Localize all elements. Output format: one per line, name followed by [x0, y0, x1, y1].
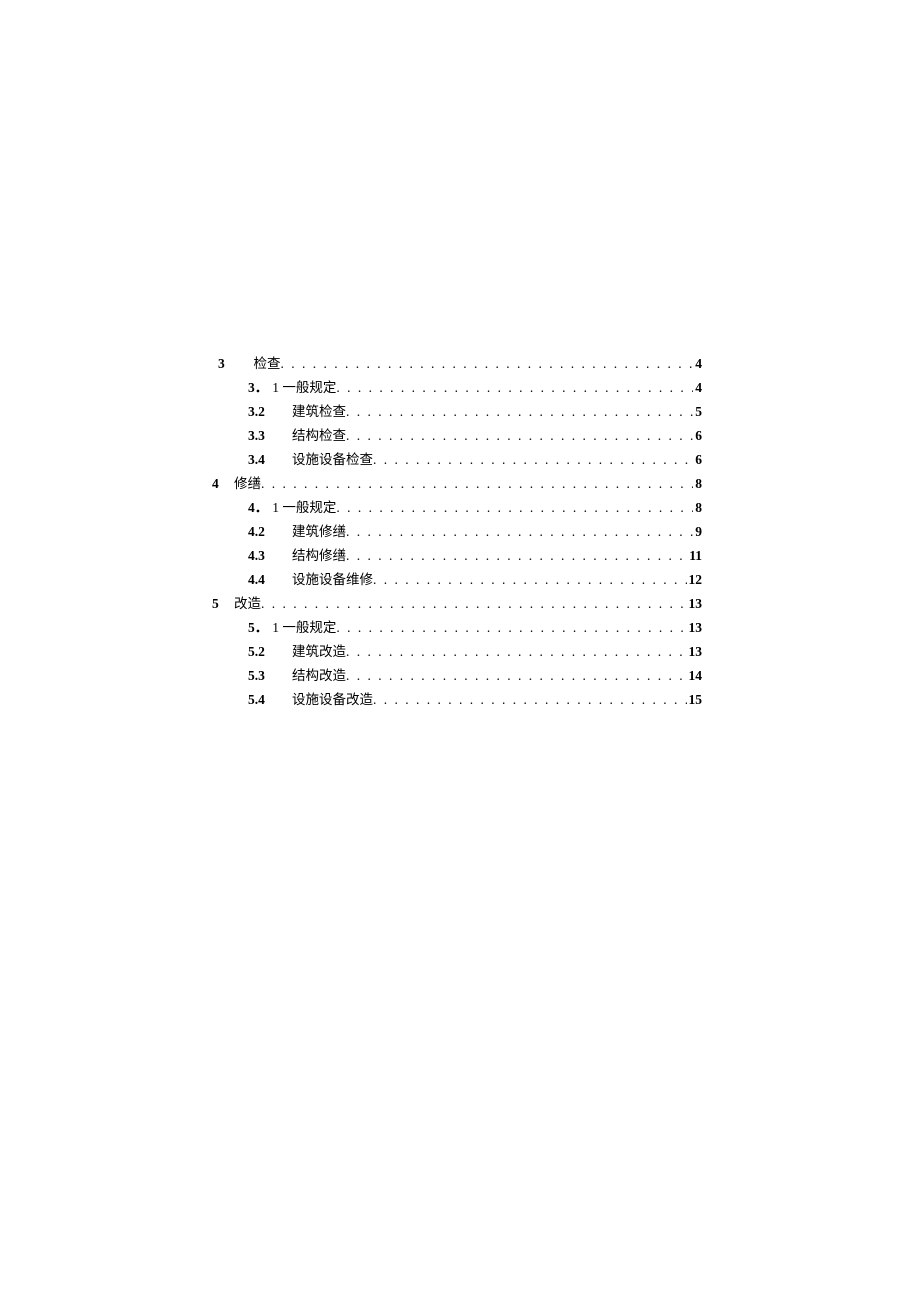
toc-entry: 4.3 结构修缮 11	[218, 544, 702, 568]
toc-page-num: 13	[687, 640, 703, 664]
toc-page-num: 13	[687, 592, 703, 616]
toc-title: 设施设备改造	[292, 688, 373, 712]
toc-page-num: 15	[687, 688, 703, 712]
toc-title: 结构检查	[292, 424, 346, 448]
toc-page-num: 12	[687, 568, 703, 592]
toc-title: 改造	[234, 592, 261, 616]
toc-num: 5.2	[248, 640, 278, 664]
toc-title: 结构改造	[292, 664, 346, 688]
toc-page-num: 8	[693, 496, 702, 520]
toc-title: 1 一般规定	[272, 376, 336, 400]
toc-num: 5.4	[248, 688, 278, 712]
toc-num: 3	[218, 352, 238, 376]
toc-entry: 5.4 设施设备改造 15	[218, 688, 702, 712]
toc-num: 4.3	[248, 544, 278, 568]
toc-title: 建筑改造	[292, 640, 346, 664]
toc-dots	[373, 568, 687, 592]
toc-dots	[346, 424, 693, 448]
toc-entry: 4.4 设施设备维修 12	[218, 568, 702, 592]
toc-page-num: 6	[693, 448, 702, 472]
toc-page-num: 4	[693, 352, 702, 376]
toc-page-num: 8	[693, 472, 702, 496]
toc-page-num: 13	[687, 616, 703, 640]
toc-dots	[336, 376, 693, 400]
toc-entry: 3 检查 4	[218, 352, 702, 376]
toc-dots	[261, 472, 693, 496]
toc-entry: 5.3 结构改造 14	[218, 664, 702, 688]
toc-entry: 4.2 建筑修缮 9	[218, 520, 702, 544]
toc-title: 1 一般规定	[272, 496, 336, 520]
toc-num: 3.2	[248, 400, 278, 424]
toc-num: 4．	[248, 496, 268, 520]
toc-num: 3．	[248, 376, 268, 400]
toc-title: 设施设备维修	[292, 568, 373, 592]
toc-dots	[336, 496, 693, 520]
toc-dots	[346, 400, 693, 424]
toc-num: 3.3	[248, 424, 278, 448]
toc-num: 4.4	[248, 568, 278, 592]
toc-entry: 3.2 建筑检查 5	[218, 400, 702, 424]
toc-title: 建筑检查	[292, 400, 346, 424]
toc-dots	[261, 592, 687, 616]
toc-entry: 3．1 一般规定 4	[218, 376, 702, 400]
toc-entry: 3.4 设施设备检查 6	[218, 448, 702, 472]
toc-page: 3 检查 43．1 一般规定 43.2建筑检查 53.3结构检查 63.4设施设…	[0, 0, 920, 712]
toc-title: 结构修缮	[292, 544, 346, 568]
toc-num: 4.2	[248, 520, 278, 544]
toc-page-num: 4	[693, 376, 702, 400]
toc-dots	[346, 640, 687, 664]
toc-page-num: 6	[693, 424, 702, 448]
toc-num: 4	[212, 472, 232, 496]
toc-list: 3 检查 43．1 一般规定 43.2建筑检查 53.3结构检查 63.4设施设…	[218, 352, 702, 712]
toc-entry: 5 改造 13	[212, 592, 702, 616]
toc-num: 5.3	[248, 664, 278, 688]
toc-num: 5	[212, 592, 232, 616]
toc-page-num: 9	[693, 520, 702, 544]
toc-page-num: 11	[687, 544, 702, 568]
toc-num: 5．	[248, 616, 268, 640]
toc-title: 设施设备检查	[292, 448, 373, 472]
toc-page-num: 5	[693, 400, 702, 424]
toc-entry: 4 修缮 8	[212, 472, 702, 496]
toc-dots	[373, 688, 687, 712]
toc-entry: 5．1 一般规定 13	[218, 616, 702, 640]
toc-title: 1 一般规定	[272, 616, 336, 640]
toc-entry: 5.2 建筑改造 13	[218, 640, 702, 664]
toc-page-num: 14	[687, 664, 703, 688]
toc-title: 修缮	[234, 472, 261, 496]
toc-entry: 4．1 一般规定 8	[218, 496, 702, 520]
toc-title: 检查	[240, 352, 281, 376]
toc-dots	[346, 664, 687, 688]
toc-dots	[373, 448, 693, 472]
toc-dots	[346, 544, 687, 568]
toc-dots	[346, 520, 693, 544]
toc-dots	[336, 616, 686, 640]
toc-entry: 3.3 结构检查 6	[218, 424, 702, 448]
toc-num: 3.4	[248, 448, 278, 472]
toc-dots	[281, 352, 694, 376]
toc-title: 建筑修缮	[292, 520, 346, 544]
